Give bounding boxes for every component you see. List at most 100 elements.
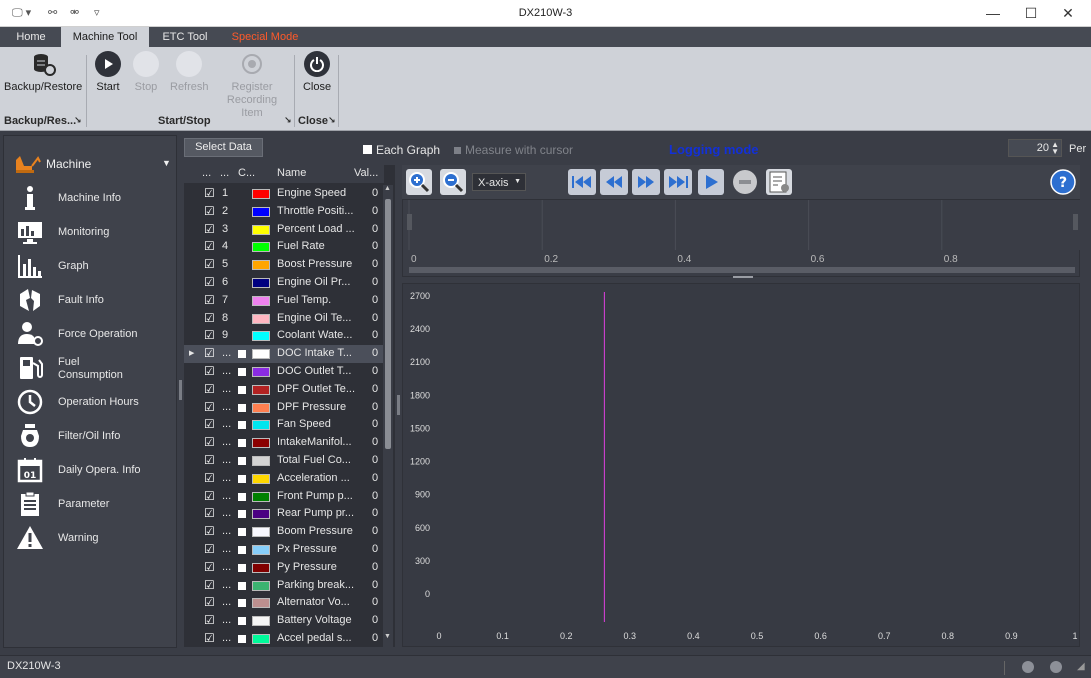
list-item[interactable]: ☑... DOC Outlet T... 0 [184,363,384,381]
each-graph-toggle[interactable] [238,403,246,412]
row-checkbox[interactable]: ☑ [204,312,216,324]
nav-item-parameter[interactable]: Parameter [16,488,176,520]
fast-forward-icon[interactable] [632,169,660,195]
register-recording-button[interactable]: Register Recording Item [216,51,288,120]
close-window-icon[interactable]: ✕ [1045,3,1091,23]
nav-splitter[interactable] [179,380,182,400]
color-swatch[interactable] [252,367,270,377]
row-checkbox[interactable]: ☑ [204,223,216,235]
color-swatch[interactable] [252,456,270,466]
group-expand-icon[interactable]: ↘ [74,115,82,126]
nav-item-filter-oil-info[interactable]: Filter/Oil Info [16,420,176,452]
group-expand-icon[interactable]: ↘ [284,115,292,126]
row-checkbox[interactable]: ☑ [204,401,216,413]
skip-last-icon[interactable] [664,169,692,195]
nav-item-monitoring[interactable]: Monitoring [16,216,176,248]
row-checkbox[interactable]: ☑ [204,240,216,252]
row-checkbox[interactable]: ☑ [204,579,216,591]
tab-home[interactable]: Home [2,27,60,47]
tab-special-mode[interactable]: Special Mode [222,27,308,47]
nav-item-machine-info[interactable]: Machine Info [16,182,176,214]
color-swatch[interactable] [252,473,270,484]
row-checkbox[interactable]: ☑ [204,187,216,199]
stop-circle-icon[interactable] [732,169,758,195]
row-checkbox[interactable]: ☑ [204,543,216,555]
list-scrollbar[interactable]: ▲ ▼ [383,185,393,647]
color-swatch[interactable] [252,438,270,449]
row-checkbox[interactable]: ☑ [204,418,216,430]
spinner-icon[interactable]: ▲ ▼ [1051,141,1059,156]
scroll-thumb[interactable] [385,199,391,449]
list-item[interactable]: ☑... Front Pump p... 0 [184,488,384,506]
row-checkbox[interactable]: ☑ [204,436,216,448]
list-item[interactable]: ☑ 8 Engine Oil Te... 0 [184,310,384,328]
list-item[interactable]: ☑... Boom Pressure 0 [184,523,384,541]
color-swatch[interactable] [252,189,270,199]
row-checkbox[interactable]: ☑ [204,596,216,608]
list-item[interactable]: ☑ 3 Percent Load ... 0 [184,221,384,239]
list-splitter[interactable] [397,395,400,415]
each-graph-toggle[interactable] [238,474,246,483]
x-axis-select[interactable]: X-axis ▼ [472,173,526,191]
each-graph-toggle[interactable] [238,385,246,394]
list-item[interactable]: ☑... Py Pressure 0 [184,559,384,577]
period-input[interactable]: 20 ▲ ▼ [1008,139,1062,157]
start-button[interactable]: Start [92,51,124,94]
each-graph-toggle[interactable] [238,368,246,376]
measure-cursor-checkbox[interactable] [454,147,461,154]
list-item[interactable]: ☑... Rear Pump pr... 0 [184,505,384,523]
nav-item-fault-info[interactable]: Fault Info [16,284,176,316]
row-checkbox[interactable]: ☑ [204,294,216,306]
each-graph-toggle[interactable] [238,546,246,554]
color-swatch[interactable] [252,242,270,253]
list-item[interactable]: ☑ 9 Coolant Wate... 0 [184,327,384,345]
list-item[interactable]: ▶ ☑... DOC Intake T... 0 [184,345,384,364]
color-swatch[interactable] [252,598,270,609]
skip-first-icon[interactable] [568,169,596,195]
nav-item-fuel-consumption[interactable]: Fuel Consumption [16,352,176,384]
list-item[interactable]: ☑ 6 Engine Oil Pr... 0 [184,274,384,292]
each-graph-toggle[interactable] [238,492,246,501]
color-swatch[interactable] [252,402,270,413]
each-graph-toggle[interactable] [238,439,246,448]
nav-item-operation-hours[interactable]: Operation Hours [16,386,176,418]
color-swatch[interactable] [252,634,270,644]
overview-strip[interactable]: 0 0.2 0.4 0.6 0.8 [402,199,1081,278]
color-swatch[interactable] [252,206,270,217]
row-checkbox[interactable]: ☑ [204,614,216,626]
each-graph-toggle[interactable] [238,599,246,608]
chevron-down-icon[interactable]: ▼ [162,158,171,168]
color-swatch[interactable] [252,331,270,342]
list-item[interactable]: ☑... Fan Speed 0 [184,416,384,434]
chart-settings-icon[interactable] [766,169,792,195]
each-graph-toggle[interactable] [238,528,246,537]
row-checkbox[interactable]: ☑ [204,347,216,359]
zoom-out-icon[interactable] [440,169,466,195]
color-swatch[interactable] [252,384,270,395]
row-checkbox[interactable]: ☑ [204,365,216,377]
color-swatch[interactable] [252,420,270,431]
color-swatch[interactable] [252,224,270,235]
nav-item-graph[interactable]: Graph [16,250,176,282]
machine-header[interactable]: Machine ▼ [12,152,172,174]
color-swatch[interactable] [252,260,270,271]
play-icon[interactable] [698,169,724,195]
each-graph-toggle[interactable] [238,421,246,430]
list-item[interactable]: ☑... DPF Outlet Te... 0 [184,381,384,399]
row-checkbox[interactable]: ☑ [204,632,216,644]
row-checkbox[interactable]: ☑ [204,454,216,466]
each-graph-toggle[interactable] [238,510,246,519]
each-graph-toggle[interactable] [238,350,246,359]
main-chart[interactable]: 2700 2400 2100 1800 1500 1200 900 600 300 0 0 0.1 0.… [402,283,1080,647]
group-expand-icon[interactable]: ↘ [328,115,336,126]
tab-etc-tool[interactable]: ETC Tool [152,27,218,47]
row-checkbox[interactable]: ☑ [204,205,216,217]
color-swatch[interactable] [252,616,270,627]
list-item[interactable]: ☑ 4 Fuel Rate 0 [184,238,384,256]
each-graph-toggle[interactable] [238,563,246,572]
list-item[interactable]: ☑... Total Fuel Co... 0 [184,452,384,470]
nav-item-force-operation[interactable]: Force Operation [16,318,176,350]
row-checkbox[interactable]: ☑ [204,276,216,288]
color-swatch[interactable] [252,545,270,555]
row-checkbox[interactable]: ☑ [204,383,216,395]
